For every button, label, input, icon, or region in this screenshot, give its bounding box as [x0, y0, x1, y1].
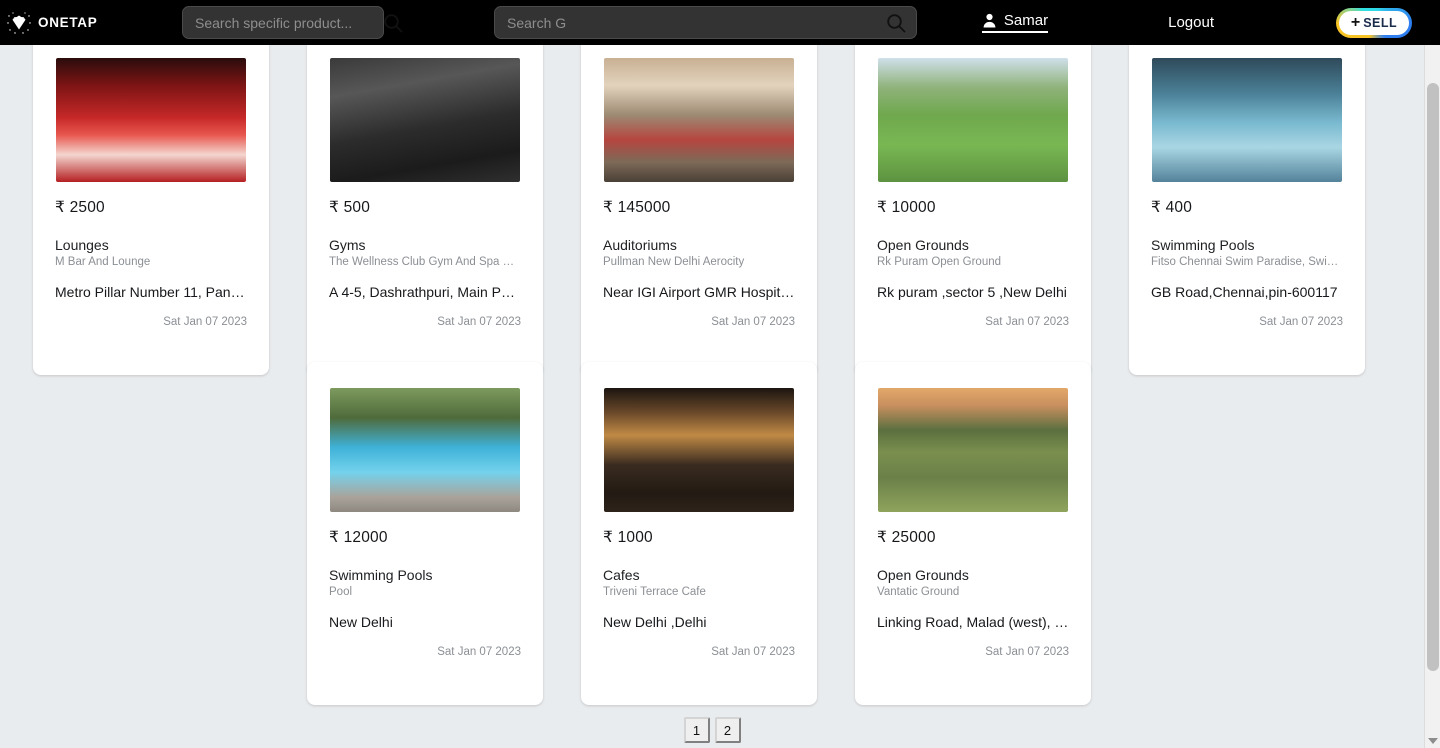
listing-address: GB Road,Chennai,pin-600117 — [1151, 284, 1338, 300]
listing-details: ₹ 145000 Auditoriums Pullman New Delhi Aer… — [581, 182, 817, 328]
listing-price: ₹ 10000 — [877, 199, 936, 216]
listing-card[interactable]: ₹ 500 Gyms The Wellness Club Gym And Spa D… — [307, 45, 543, 375]
listing-address: Metro Pillar Number 11, Panchk… — [55, 284, 247, 300]
sell-button[interactable]: + SELL — [1336, 8, 1412, 38]
listing-category: Open Grounds — [877, 237, 969, 253]
listing-price: ₹ 25000 — [877, 529, 936, 546]
listing-date: Sat Jan 07 2023 — [437, 316, 521, 328]
listing-details: ₹ 10000 Open Grounds Rk Puram Open Ground R… — [855, 182, 1091, 328]
diamond-gem-icon — [6, 10, 32, 36]
plus-icon: + — [1350, 13, 1361, 31]
listing-details: ₹ 2500 Lounges M Bar And Lounge Metro Pilla… — [33, 182, 269, 328]
general-search-box[interactable] — [494, 6, 917, 39]
logout-link[interactable]: Logout — [1168, 14, 1214, 31]
listing-card[interactable]: ₹ 10000 Open Grounds Rk Puram Open Ground R… — [855, 45, 1091, 375]
listings-page: ₹ 2500 Lounges M Bar And Lounge Metro Pilla… — [0, 45, 1424, 748]
listing-card[interactable]: ₹ 25000 Open Grounds Vantatic Ground Linkin… — [855, 362, 1091, 705]
listing-card[interactable]: ₹ 12000 Swimming Pools Pool New Delhi Sat Ja… — [307, 362, 543, 705]
product-search-box[interactable] — [182, 6, 403, 39]
listing-venue: Fitso Chennai Swim Paradise, Swimming — [1151, 256, 1343, 268]
listing-details: ₹ 500 Gyms The Wellness Club Gym And Spa D… — [307, 182, 543, 328]
listing-image[interactable] — [330, 58, 520, 182]
listing-venue: Triveni Terrace Cafe — [603, 586, 706, 598]
listing-image[interactable] — [878, 58, 1068, 182]
search-icon-secondary[interactable] — [885, 12, 907, 34]
listing-category: Cafes — [603, 567, 640, 583]
listing-date: Sat Jan 07 2023 — [985, 646, 1069, 658]
listing-venue: The Wellness Club Gym And Spa Dashra… — [329, 256, 521, 268]
listing-date: Sat Jan 07 2023 — [711, 646, 795, 658]
listing-card[interactable]: ₹ 145000 Auditoriums Pullman New Delhi Aer… — [581, 45, 817, 375]
listing-image[interactable] — [878, 388, 1068, 512]
listing-details: ₹ 1000 Cafes Triveni Terrace Cafe New Delhi… — [581, 512, 817, 658]
listing-venue: Pullman New Delhi Aerocity — [603, 256, 745, 268]
search-input[interactable] — [183, 14, 382, 31]
user-account-link[interactable]: Samar — [981, 12, 1049, 33]
pagination-page-1[interactable]: 1 — [683, 717, 710, 743]
listing-date: Sat Jan 07 2023 — [163, 316, 247, 328]
listing-date: Sat Jan 07 2023 — [437, 646, 521, 658]
listing-date: Sat Jan 07 2023 — [985, 316, 1069, 328]
listing-details: ₹ 12000 Swimming Pools Pool New Delhi Sat Ja… — [307, 512, 543, 658]
pagination: 12 — [0, 717, 1424, 743]
listing-price: ₹ 1000 — [603, 529, 653, 546]
listing-venue: Pool — [329, 586, 353, 598]
sell-button-label: SELL — [1363, 15, 1398, 30]
listing-image[interactable] — [604, 58, 794, 182]
listing-venue: Vantatic Ground — [877, 586, 960, 598]
listing-address: New Delhi — [329, 614, 393, 630]
vertical-scrollbar[interactable] — [1424, 45, 1440, 748]
listing-image[interactable] — [604, 388, 794, 512]
listing-price: ₹ 400 — [1151, 199, 1193, 216]
listing-card[interactable]: ₹ 400 Swimming Pools Fitso Chennai Swim Pa… — [1129, 45, 1365, 375]
brand-logo[interactable]: ONETAP — [0, 10, 182, 36]
listing-card[interactable]: ₹ 2500 Lounges M Bar And Lounge Metro Pilla… — [33, 45, 269, 375]
user-name-label: Samar — [1003, 12, 1049, 29]
listing-details: ₹ 400 Swimming Pools Fitso Chennai Swim Pa… — [1129, 182, 1365, 328]
listing-venue: M Bar And Lounge — [55, 256, 151, 268]
listing-address: New Delhi ,Delhi — [603, 614, 707, 630]
listing-category: Auditoriums — [603, 237, 677, 253]
listing-category: Swimming Pools — [329, 567, 433, 583]
listing-price: ₹ 2500 — [55, 199, 105, 216]
listing-price: ₹ 500 — [329, 199, 371, 216]
listing-details: ₹ 25000 Open Grounds Vantatic Ground Linkin… — [855, 512, 1091, 658]
listing-date: Sat Jan 07 2023 — [711, 316, 795, 328]
listing-category: Gyms — [329, 237, 366, 253]
listing-category: Lounges — [55, 237, 109, 253]
nav-actions: Samar Logout + SELL — [981, 8, 1440, 38]
search-icon[interactable] — [382, 12, 404, 34]
listing-category: Open Grounds — [877, 567, 969, 583]
listing-address: Near IGI Airport GMR Hospitality… — [603, 284, 795, 300]
top-navigation-bar: ONETAP Samar — [0, 0, 1440, 45]
listing-address: Linking Road, Malad (west), Mu… — [877, 614, 1069, 630]
pagination-page-2[interactable]: 2 — [714, 717, 741, 743]
person-icon — [982, 13, 997, 28]
listing-category: Swimming Pools — [1151, 237, 1255, 253]
general-search-input[interactable] — [495, 14, 885, 31]
listing-price: ₹ 145000 — [603, 199, 671, 216]
listing-image[interactable] — [56, 58, 246, 182]
listing-address: A 4-5, Dashrathpuri, Main Palam … — [329, 284, 521, 300]
listing-price: ₹ 12000 — [329, 529, 388, 546]
listing-image[interactable] — [1152, 58, 1342, 182]
scrollbar-thumb[interactable] — [1427, 83, 1439, 671]
listing-venue: Rk Puram Open Ground — [877, 256, 1002, 268]
listing-image[interactable] — [330, 388, 520, 512]
listing-date: Sat Jan 07 2023 — [1259, 316, 1343, 328]
scroll-down-arrow-icon[interactable] — [1428, 738, 1438, 744]
listing-address: Rk puram ,sector 5 ,New Delhi — [877, 284, 1067, 300]
brand-name: ONETAP — [38, 15, 98, 30]
listing-card[interactable]: ₹ 1000 Cafes Triveni Terrace Cafe New Delhi… — [581, 362, 817, 705]
